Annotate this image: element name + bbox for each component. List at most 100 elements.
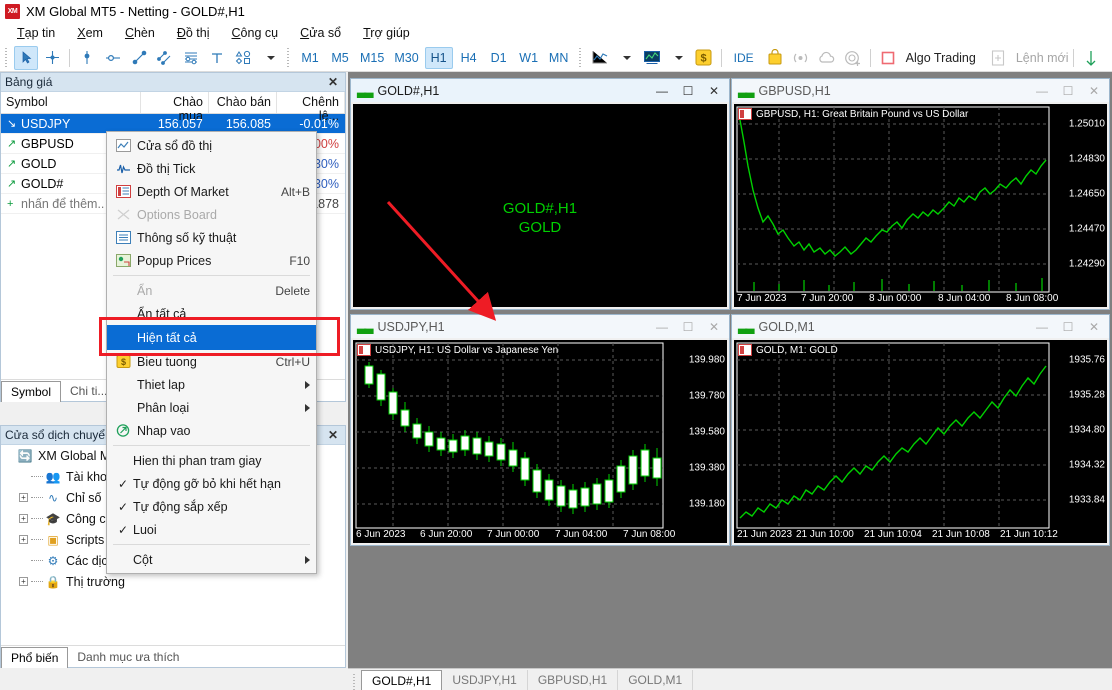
algo-trading-icon[interactable]	[876, 46, 900, 70]
nav-item-market[interactable]: + 🔒 Thị trường	[1, 571, 345, 592]
crosshair-icon[interactable]	[40, 46, 64, 70]
market-bag-icon[interactable]	[763, 46, 787, 70]
chart-maximize-button[interactable]: ☐	[675, 80, 701, 101]
chart-window-gbpusd-h1[interactable]: ▃▃ GBPUSD,H1 — ☐ ✕ GBPUSD, H1: Great Bri…	[731, 78, 1110, 310]
chart-close-button[interactable]: ✕	[701, 80, 727, 101]
shapes-icon[interactable]	[231, 46, 255, 70]
trendline-icon[interactable]	[127, 46, 151, 70]
chart-line-icon[interactable]	[588, 46, 612, 70]
chart-canvas-usdjpy-h1[interactable]: USDJPY, H1: US Dollar vs Japanese Yen 13…	[353, 340, 727, 543]
chart-maximize-button[interactable]: ☐	[675, 316, 701, 337]
toolbar-grip-3[interactable]	[576, 47, 584, 68]
chart-minimize-button[interactable]: —	[649, 316, 675, 337]
indicators-icon[interactable]	[640, 46, 664, 70]
new-order-icon[interactable]	[986, 46, 1010, 70]
context-item-classify[interactable]: Phân loại	[107, 396, 316, 419]
shapes-dropdown-icon[interactable]	[257, 46, 281, 70]
context-item-auto-remove-expired[interactable]: ✓ Tự động gỡ bỏ khi hết hạn	[107, 472, 316, 495]
menu-chen[interactable]: Chèn	[114, 24, 166, 42]
menu-cong-cu[interactable]: Công cụ	[221, 24, 290, 42]
column-header-symbol[interactable]: Symbol	[1, 92, 141, 113]
context-item-show-all[interactable]: Hiện tất cả	[107, 325, 316, 350]
menu-cua-so[interactable]: Cửa sổ	[289, 24, 352, 42]
chart-minimize-button[interactable]: —	[649, 80, 675, 101]
more-tools-icon[interactable]	[1079, 46, 1103, 70]
horizontal-line-icon[interactable]	[101, 46, 125, 70]
chart-close-button[interactable]: ✕	[701, 316, 727, 337]
context-item-import[interactable]: Nhap vao	[107, 419, 316, 442]
expand-icon[interactable]: +	[19, 514, 28, 523]
timeframe-mn[interactable]: MN	[545, 47, 573, 69]
chart-close-button[interactable]: ✕	[1081, 80, 1107, 101]
chart-properties-icon[interactable]	[738, 108, 752, 120]
navigator-close-icon[interactable]: ✕	[325, 428, 341, 442]
timeframe-h4[interactable]: H4	[455, 47, 483, 69]
equidistant-channel-icon[interactable]	[153, 46, 177, 70]
chart-title-bar[interactable]: ▃▃ USDJPY,H1 — ☐ ✕	[351, 315, 729, 338]
signals-icon[interactable]	[789, 46, 813, 70]
vertical-line-icon[interactable]	[75, 46, 99, 70]
copy-trading-icon[interactable]	[841, 46, 865, 70]
chart-maximize-button[interactable]: ☐	[1055, 80, 1081, 101]
algo-trading-label[interactable]: Algo Trading	[906, 51, 976, 65]
chart-window-usdjpy-h1[interactable]: ▃▃ USDJPY,H1 — ☐ ✕ USDJPY, H1: US Dollar…	[350, 314, 730, 546]
chart-tabs-grip[interactable]	[351, 674, 358, 690]
context-item-sets[interactable]: Thiet lap	[107, 373, 316, 396]
expand-icon[interactable]: +	[19, 535, 28, 544]
tab-symbol[interactable]: Symbol	[1, 381, 62, 402]
menu-do-thi[interactable]: Đồ thị	[166, 24, 221, 42]
context-item-symbols[interactable]: $ Bieu tuong Ctrl+U	[107, 350, 316, 373]
tab-common[interactable]: Phổ biến	[1, 647, 69, 668]
timeframe-m1[interactable]: M1	[296, 47, 324, 69]
indicators-dropdown-icon[interactable]	[666, 46, 690, 70]
menu-tap-tin[interactable]: Tạp tin	[6, 24, 66, 42]
context-item-depth-of-market[interactable]: Depth Of Market Alt+B	[107, 180, 316, 203]
cursor-icon[interactable]	[14, 45, 38, 70]
chart-minimize-button[interactable]: —	[1029, 316, 1055, 337]
ide-button[interactable]: IDE	[727, 46, 761, 70]
chart-properties-icon[interactable]	[738, 344, 752, 356]
timeframe-w1[interactable]: W1	[515, 47, 543, 69]
expand-icon[interactable]: +	[19, 493, 28, 502]
context-item-chart-window[interactable]: Cửa sổ đồ thị	[107, 134, 316, 157]
timeframe-d1[interactable]: D1	[485, 47, 513, 69]
chart-canvas-gold-m1[interactable]: GOLD, M1: GOLD 1935.76 1935.28 1934.80 1…	[734, 340, 1107, 543]
context-item-tick-chart[interactable]: Đồ thị Tick	[107, 157, 316, 180]
context-item-grid[interactable]: ✓ Luoi	[107, 518, 316, 541]
chart-title-bar[interactable]: ▃▃ GOLD,M1 — ☐ ✕	[732, 315, 1109, 338]
chart-canvas-gbpusd-h1[interactable]: GBPUSD, H1: Great Britain Pound vs US Do…	[734, 104, 1107, 307]
toolbar-grip-2[interactable]	[285, 47, 292, 68]
chart-tab-usdjpy-h1[interactable]: USDJPY,H1	[442, 670, 528, 690]
timeframe-m30[interactable]: M30	[390, 47, 422, 69]
column-header-ask[interactable]: Chào bán	[209, 92, 277, 113]
chart-tab-gold-h1[interactable]: GOLD#,H1	[361, 670, 443, 690]
chart-window-gold-m1[interactable]: ▃▃ GOLD,M1 — ☐ ✕ GOLD, M1: GOLD 1935.76 …	[731, 314, 1110, 546]
toolbar-grip[interactable]	[3, 47, 10, 68]
menu-tro-giup[interactable]: Trợ giúp	[352, 24, 421, 42]
timeframe-m5[interactable]: M5	[326, 47, 354, 69]
market-watch-close-icon[interactable]: ✕	[325, 75, 341, 89]
column-header-bid[interactable]: Chào mua	[141, 92, 209, 123]
dollar-icon[interactable]: $	[692, 46, 716, 70]
context-item-popup-prices[interactable]: Popup Prices F10	[107, 249, 316, 272]
chart-maximize-button[interactable]: ☐	[1055, 316, 1081, 337]
chart-tab-gold-m1[interactable]: GOLD,M1	[618, 670, 694, 690]
context-item-columns[interactable]: Cột	[107, 548, 316, 571]
chart-title-bar[interactable]: ▃▃ GOLD#,H1 — ☐ ✕	[351, 79, 729, 102]
text-icon[interactable]	[205, 46, 229, 70]
chart-properties-icon[interactable]	[357, 344, 371, 356]
chart-close-button[interactable]: ✕	[1081, 316, 1107, 337]
chart-tab-gbpusd-h1[interactable]: GBPUSD,H1	[528, 670, 619, 690]
context-item-hide-all[interactable]: Ẩn tất cả	[107, 302, 316, 325]
timeframe-m15[interactable]: M15	[356, 47, 388, 69]
chart-window-gold-h1[interactable]: ▃▃ GOLD#,H1 — ☐ ✕ GOLD#,H1 GOLD	[350, 78, 730, 310]
vps-cloud-icon[interactable]	[815, 46, 839, 70]
chart-canvas-gold-h1[interactable]: GOLD#,H1 GOLD	[353, 104, 727, 307]
chart-minimize-button[interactable]: —	[1029, 80, 1055, 101]
context-item-show-milliseconds[interactable]: Hien thi phan tram giay	[107, 449, 316, 472]
context-item-specification[interactable]: Thông số kỹ thuật	[107, 226, 316, 249]
context-item-auto-arrange[interactable]: ✓ Tự động sắp xếp	[107, 495, 316, 518]
timeframe-h1[interactable]: H1	[424, 46, 453, 69]
menu-xem[interactable]: Xem	[66, 24, 114, 42]
tab-favorites[interactable]: Danh mục ưa thích	[68, 647, 188, 667]
